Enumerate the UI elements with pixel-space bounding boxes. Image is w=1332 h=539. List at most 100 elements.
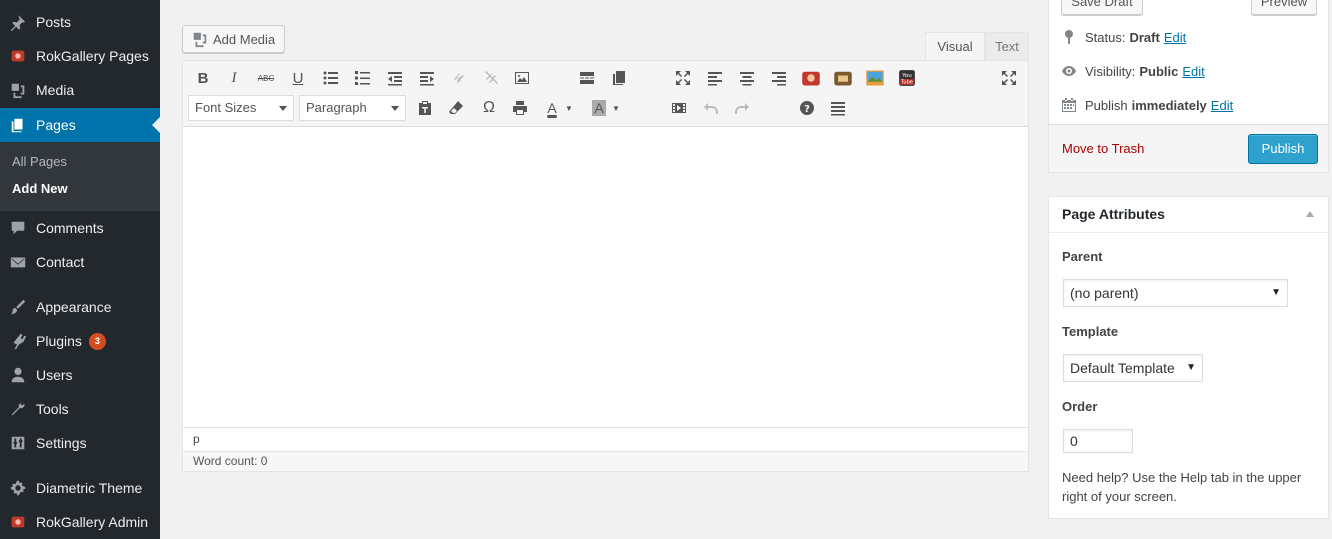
edit-status-link[interactable]: Edit [1164,30,1186,45]
indent-icon[interactable] [415,66,439,90]
menu-item-plugins[interactable]: Plugins 3 [0,324,160,358]
submenu-all-pages[interactable]: All Pages [12,154,67,169]
menu-item-media[interactable]: Media [0,73,160,107]
text-color-icon[interactable]: A [540,96,564,120]
menu-label: RokGallery Admin [36,514,149,530]
align-center-icon[interactable] [735,66,759,90]
underline-button[interactable]: U [286,66,310,90]
menu-item-contact[interactable]: Contact [0,245,160,279]
svg-text:You: You [901,73,912,79]
help-text: Need help? Use the Help tab in the upper… [1062,470,1302,504]
paintbrush-icon [0,298,36,316]
eye-icon [1062,66,1076,76]
menu-label: Appearance [36,299,112,315]
text-color-dropdown[interactable]: ▼ [563,96,575,120]
status-label: Status: [1085,29,1126,45]
save-draft-button[interactable]: Save Draft [1061,0,1143,15]
menu-item-posts[interactable]: Posts [0,5,160,39]
rokgallery-icon [0,47,36,65]
template-select[interactable]: Default Template ▼ [1063,354,1203,382]
fullscreen-icon[interactable] [671,66,695,90]
menu-label: Tools [36,401,69,417]
background-color-dropdown[interactable]: ▼ [610,96,622,120]
envelope-icon [0,253,36,271]
page-attributes-box: Page Attributes Parent (no parent) ▼ Tem… [1048,196,1329,519]
status-row: Status: Draft Edit [1061,29,1186,45]
gear-icon [0,479,36,497]
gallery-insert-icon[interactable] [831,66,855,90]
menu-label: Media [36,82,75,98]
template-select-value: Default Template [1070,360,1175,376]
toolbar-toggle-icon[interactable] [826,96,850,120]
publish-box: Save Draft Preview Status: Draft Edit Vi… [1048,0,1329,173]
rokgallery-insert-icon[interactable] [799,66,823,90]
insert-image-icon[interactable] [510,66,534,90]
bold-button[interactable]: B [191,66,215,90]
menu-item-rokgallery-admin[interactable]: RokGallery Admin [0,505,160,539]
italic-button[interactable]: I [222,66,246,90]
publish-button[interactable]: Publish [1248,134,1318,164]
menu-label: Diametric Theme [36,480,143,496]
publish-actions: Move to Trash Publish [1049,124,1328,172]
print-icon[interactable] [508,96,532,120]
collapse-arrow-icon[interactable] [1306,211,1314,217]
preview-button[interactable]: Preview [1251,0,1317,15]
strikethrough-button[interactable]: ABC [254,66,278,90]
pin-icon [1065,30,1073,44]
menu-item-settings[interactable]: Settings [0,426,160,460]
menu-item-users[interactable]: Users [0,358,160,392]
menu-item-tools[interactable]: Tools [0,392,160,426]
order-input[interactable]: 0 [1063,429,1133,453]
special-character-icon[interactable]: Ω [477,96,501,120]
background-color-icon[interactable]: A [587,96,611,120]
numbered-list-icon[interactable] [351,66,375,90]
editor-content-area[interactable] [183,127,1028,427]
page-break-icon[interactable] [607,66,631,90]
distraction-free-icon[interactable] [997,66,1021,90]
schedule-row: Publish immediately Edit [1061,97,1233,113]
move-to-trash-link[interactable]: Move to Trash [1062,141,1144,156]
align-right-icon[interactable] [767,66,791,90]
menu-item-rokgallery-pages[interactable]: RokGallery Pages [0,39,160,73]
parent-select-value: (no parent) [1070,285,1139,301]
svg-text:Tube: Tube [900,80,913,86]
parent-select[interactable]: (no parent) ▼ [1063,279,1288,307]
font-sizes-select[interactable]: Font Sizes [188,95,294,121]
element-path: p [183,427,1028,451]
order-label: Order [1062,399,1098,414]
tab-text[interactable]: Text [985,32,1029,61]
menu-item-comments[interactable]: Comments [0,211,160,245]
undo-icon[interactable] [699,96,723,120]
bullet-list-icon[interactable] [319,66,343,90]
paste-text-icon[interactable] [413,96,437,120]
comment-icon [0,219,36,237]
align-left-icon[interactable] [703,66,727,90]
submenu-add-new[interactable]: Add New [12,181,68,196]
redo-icon[interactable] [730,96,754,120]
edit-schedule-link[interactable]: Edit [1211,98,1233,113]
media-icon [0,81,36,99]
outdent-icon[interactable] [383,66,407,90]
insert-video-icon[interactable] [667,96,691,120]
menu-label: Comments [36,220,104,236]
template-label: Template [1062,324,1119,339]
add-media-button[interactable]: Add Media [182,25,286,53]
menu-item-pages[interactable]: Pages [0,108,160,142]
youtube-icon[interactable]: You Tube [895,66,919,90]
unlink-icon[interactable] [479,66,503,90]
link-icon[interactable] [447,66,471,90]
photo-insert-icon[interactable] [863,66,887,90]
page-attributes-title[interactable]: Page Attributes [1049,197,1328,233]
help-icon[interactable]: ? [795,96,819,120]
parent-label: Parent [1062,249,1103,264]
tab-visual[interactable]: Visual [925,32,985,61]
pushpin-icon [0,13,36,31]
menu-label: RokGallery Pages [36,48,149,64]
edit-visibility-link[interactable]: Edit [1182,64,1204,79]
insert-more-icon[interactable] [575,66,599,90]
clear-formatting-icon[interactable] [444,96,468,120]
menu-item-appearance[interactable]: Appearance [0,290,160,324]
menu-label: Users [36,367,73,383]
format-select[interactable]: Paragraph [299,95,406,121]
menu-item-diametric-theme[interactable]: Diametric Theme [0,471,160,505]
